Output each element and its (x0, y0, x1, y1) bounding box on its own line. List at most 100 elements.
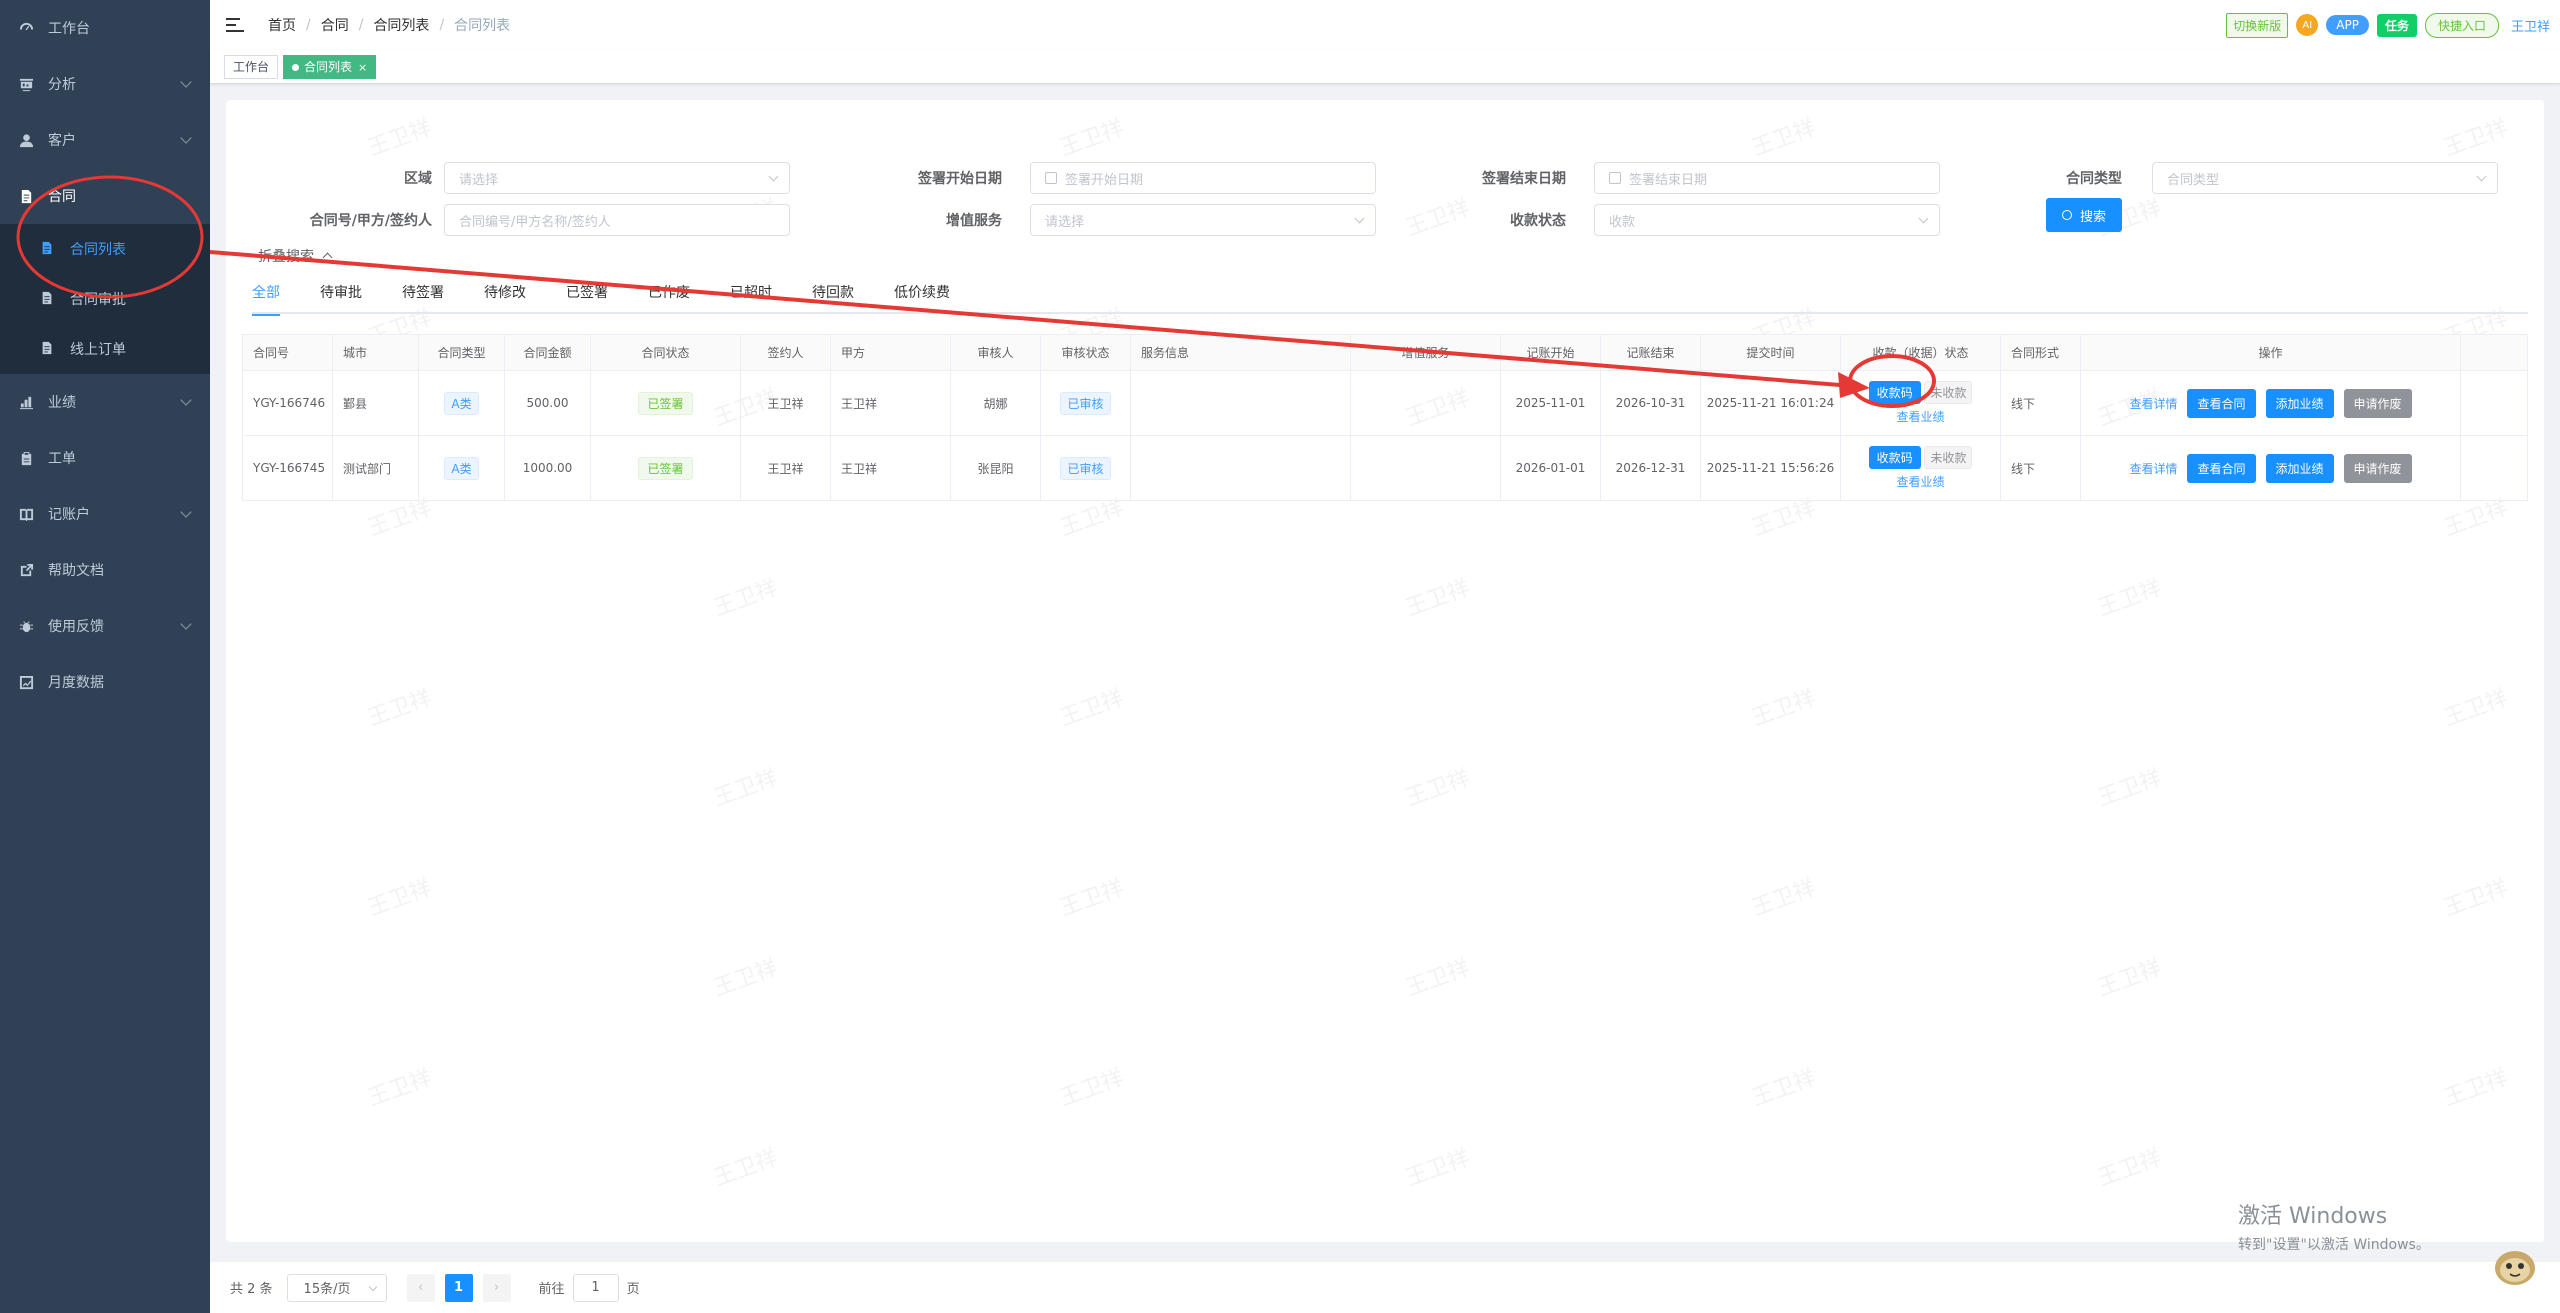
tab-1[interactable]: 待审批 (320, 278, 382, 314)
watermark-text: 王卫祥 (2440, 685, 2512, 732)
view-detail-link[interactable]: 查看详情 (2129, 460, 2177, 477)
breadcrumb-contract-list[interactable]: 合同列表 (373, 15, 429, 35)
goto-page-input[interactable]: 1 (572, 1273, 619, 1302)
value-added-service (1350, 435, 1501, 501)
view-performance-link[interactable]: 查看业绩 (1896, 473, 1944, 490)
sign-end-label: 签署结束日期 (1482, 171, 1566, 187)
user-name[interactable]: 王卫祥 (2511, 16, 2550, 35)
end-date: 2026-12-31 (1600, 435, 1701, 501)
sidebar-item-help[interactable]: 帮助文档 (0, 542, 210, 598)
audit-status-tag: 已审核 (1060, 456, 1111, 480)
party-a: 王卫祥 (830, 370, 951, 436)
watermark-text: 王卫祥 (1402, 765, 1474, 812)
sidebar-item-customer[interactable]: 客户 (0, 112, 210, 168)
close-icon[interactable]: × (358, 61, 367, 74)
view-contract-button[interactable]: 查看合同 (2187, 388, 2256, 418)
app-button[interactable]: APP (2326, 15, 2369, 35)
tab-7[interactable]: 待回款 (812, 278, 874, 314)
submit-time: 2025-11-21 15:56:26 (1700, 435, 1841, 501)
page-1-button[interactable]: 1 (444, 1273, 473, 1302)
sidebar-item-online-orders[interactable]: 线上订单 (0, 324, 210, 374)
chart-icon (18, 674, 34, 690)
quick-entry-button[interactable]: 快捷入口 (2424, 12, 2499, 38)
watermark-text: 王卫祥 (364, 875, 436, 922)
chevron-up-icon (322, 252, 333, 262)
contract-status-tag: 已签署 (638, 456, 693, 480)
view-detail-link[interactable]: 查看详情 (2129, 395, 2177, 412)
watermark-text: 王卫祥 (1402, 575, 1474, 622)
page-size-select[interactable]: 15条/页 (286, 1273, 387, 1302)
vas-select[interactable]: 请选择 (1030, 204, 1376, 236)
add-performance-button[interactable]: 添加业绩 (2265, 388, 2334, 418)
sidebar-item-contract-list[interactable]: 合同列表 (0, 224, 210, 274)
apply-void-button[interactable]: 申请作废 (2343, 453, 2412, 483)
tab-0[interactable]: 全部 (252, 278, 300, 316)
watermark-text: 王卫祥 (710, 765, 782, 812)
column-header: 记账开始 (1500, 334, 1601, 371)
service-info (1130, 370, 1351, 436)
apply-void-button[interactable]: 申请作废 (2343, 388, 2412, 418)
prev-page-button[interactable]: ‹ (406, 1273, 435, 1302)
tab-5[interactable]: 已作废 (648, 278, 710, 314)
next-page-button[interactable]: › (482, 1273, 511, 1302)
chevron-down-icon (768, 171, 779, 182)
tag-contract-list[interactable]: 合同列表 × (283, 54, 377, 79)
tab-2[interactable]: 待签署 (402, 278, 464, 314)
sidebar-item-workorder[interactable]: 工单 (0, 430, 210, 486)
column-header: 合同状态 (590, 334, 741, 371)
tab-3[interactable]: 待修改 (484, 278, 546, 314)
navbar: 首页 / 合同 / 合同列表 / 合同列表 切换新版 AI APP 任务 快捷入… (210, 0, 2560, 50)
view-performance-link[interactable]: 查看业绩 (1896, 408, 1944, 425)
sidebar-item-label: 合同列表 (70, 242, 126, 258)
watermark-text: 王卫祥 (1056, 875, 1128, 922)
sidebar-item-label: 客户 (48, 133, 76, 149)
watermark-text: 王卫祥 (1748, 685, 1820, 732)
add-performance-button[interactable]: 添加业绩 (2265, 453, 2334, 483)
pay-status-select[interactable]: 收款 (1594, 204, 1940, 236)
sidebar-item-label: 分析 (48, 77, 76, 93)
auditor: 胡娜 (950, 370, 1041, 436)
tab-6[interactable]: 已超时 (730, 278, 792, 314)
page-unit-label: 页 (626, 1282, 640, 1297)
payment-qr-button[interactable]: 收款码 (1868, 446, 1921, 469)
sidebar-item-contract-approval[interactable]: 合同审批 (0, 274, 210, 324)
tab-4[interactable]: 已签署 (566, 278, 628, 314)
sidebar-item-performance[interactable]: 业绩 (0, 374, 210, 430)
search-button[interactable]: 搜索 (2046, 198, 2122, 232)
breadcrumb-home[interactable]: 首页 (268, 15, 296, 35)
column-header: 服务信息 (1130, 334, 1351, 371)
column-header: 审核状态 (1040, 334, 1131, 371)
contract-type-select[interactable]: 合同类型 (2152, 162, 2498, 194)
auditor: 张昆阳 (950, 435, 1041, 501)
sign-end-date-input[interactable]: 签署结束日期 (1594, 162, 1940, 194)
vas-label: 增值服务 (946, 213, 1002, 229)
sign-start-date-input[interactable]: 签署开始日期 (1030, 162, 1376, 194)
watermark-text: 王卫祥 (1748, 115, 1820, 162)
column-header: 提交时间 (1700, 334, 1841, 371)
payment-qr-button[interactable]: 收款码 (1868, 381, 1921, 404)
chevron-down-icon (2476, 171, 2487, 182)
ai-button[interactable]: AI (2296, 14, 2319, 36)
contract-no-input[interactable]: 合同编号/甲方名称/签约人 (444, 204, 790, 236)
view-contract-button[interactable]: 查看合同 (2187, 453, 2256, 483)
task-button[interactable]: 任务 (2376, 13, 2417, 37)
tab-8[interactable]: 低价续费 (894, 278, 970, 314)
sidebar-item-dashboard[interactable]: 工作台 (0, 0, 210, 56)
tag-dashboard[interactable]: 工作台 (224, 54, 279, 79)
watermark-text: 王卫祥 (2094, 575, 2166, 622)
collapse-search-link[interactable]: 折叠搜索 (258, 246, 333, 266)
sidebar-item-feedback[interactable]: 使用反馈 (0, 598, 210, 654)
mascot-icon[interactable] (2490, 1240, 2540, 1290)
region-select[interactable]: 请选择 (444, 162, 790, 194)
column-header: 收款（收据）状态 (1840, 334, 2001, 371)
sidebar-item-label: 使用反馈 (48, 619, 104, 635)
breadcrumb-contract[interactable]: 合同 (321, 15, 349, 35)
sidebar-item-monthly[interactable]: 月度数据 (0, 654, 210, 710)
sidebar-item-contract[interactable]: 合同 (0, 168, 210, 224)
sidebar-item-label: 工单 (48, 451, 76, 467)
sidebar-item-accounts[interactable]: 记账户 (0, 486, 210, 542)
sidebar-item-label: 记账户 (48, 507, 90, 523)
switch-version-button[interactable]: 切换新版 (2226, 12, 2289, 38)
sidebar-item-analysis[interactable]: 分析 (0, 56, 210, 112)
hamburger-icon[interactable] (226, 17, 244, 33)
